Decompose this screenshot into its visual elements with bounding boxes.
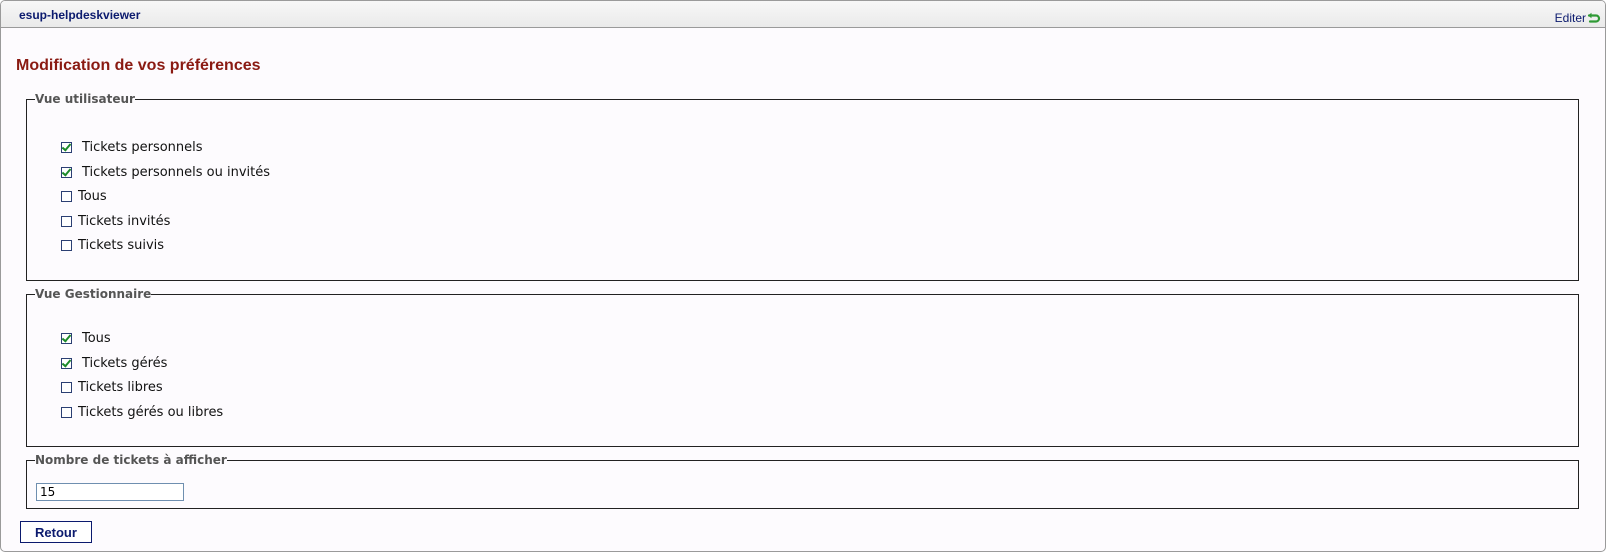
portlet-window: esup-helpdeskviewer Editer Modification …: [0, 0, 1606, 552]
manager-option-managed[interactable]: Tickets gérés: [61, 355, 167, 371]
user-option-all[interactable]: Tous: [61, 188, 107, 204]
manager-view-fieldset: Vue Gestionnaire Tous Tickets gérés Tick…: [26, 287, 1579, 447]
page-title: Modification de vos préférences: [16, 57, 261, 74]
back-button[interactable]: Retour: [20, 521, 92, 543]
option-label: Tous: [78, 188, 107, 204]
user-view-fieldset: Vue utilisateur Tickets personnels Ticke…: [26, 92, 1579, 281]
personal-checkbox[interactable]: [61, 141, 72, 153]
option-label: Tickets invités: [78, 213, 171, 229]
manager-option-all[interactable]: Tous: [61, 330, 111, 346]
option-label: Tickets suivis: [78, 237, 165, 253]
ticket-count-input[interactable]: [36, 483, 184, 501]
edit-arrow-icon[interactable]: [1587, 12, 1601, 24]
user-option-invited[interactable]: Tickets invités: [61, 213, 170, 229]
manager-all-checkbox[interactable]: [61, 332, 72, 344]
personal-or-invited-checkbox[interactable]: [61, 166, 72, 178]
user-option-personal-or-invited[interactable]: Tickets personnels ou invités: [61, 164, 270, 180]
managed-or-free-checkbox[interactable]: [61, 406, 72, 418]
option-label: Tickets personnels: [82, 139, 203, 155]
user-option-followed[interactable]: Tickets suivis: [61, 237, 164, 253]
manager-option-free[interactable]: Tickets libres: [61, 379, 163, 395]
ticket-count-legend: Nombre de tickets à afficher: [35, 453, 227, 467]
option-label: Tickets libres: [78, 379, 163, 395]
option-label: Tous: [82, 330, 111, 346]
option-label: Tickets personnels ou invités: [82, 164, 271, 180]
managed-checkbox[interactable]: [61, 357, 72, 369]
ticket-count-fieldset: Nombre de tickets à afficher: [26, 453, 1579, 509]
free-checkbox[interactable]: [61, 381, 72, 393]
portlet-title: esup-helpdeskviewer: [19, 8, 141, 22]
manager-option-managed-or-free[interactable]: Tickets gérés ou libres: [61, 404, 223, 420]
user-option-personal[interactable]: Tickets personnels: [61, 139, 203, 155]
all-checkbox[interactable]: [61, 190, 72, 202]
edit-link[interactable]: Editer: [1555, 11, 1601, 25]
invited-checkbox[interactable]: [61, 215, 72, 227]
edit-label: Editer: [1554, 11, 1586, 25]
followed-checkbox[interactable]: [61, 239, 72, 251]
user-view-legend: Vue utilisateur: [35, 92, 135, 106]
portlet-titlebar: esup-helpdeskviewer Editer: [1, 1, 1605, 28]
option-label: Tickets gérés: [82, 355, 168, 371]
manager-view-legend: Vue Gestionnaire: [35, 287, 152, 301]
option-label: Tickets gérés ou libres: [78, 404, 224, 420]
